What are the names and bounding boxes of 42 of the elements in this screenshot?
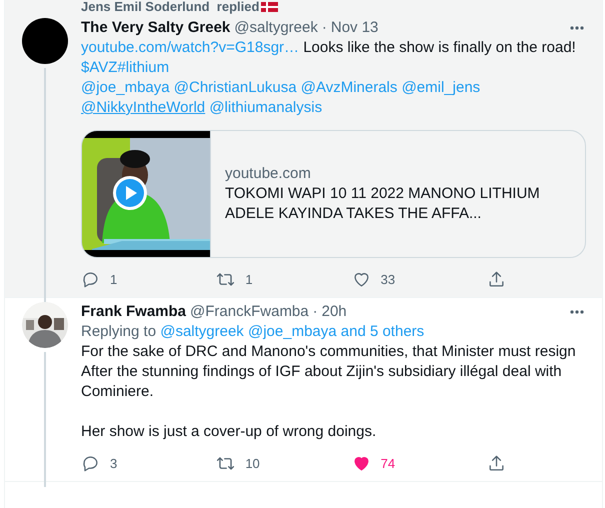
replying-to: Replying to @saltygreek @joe_mbaya and 5 others xyxy=(81,322,426,342)
link[interactable]: @NikkyIntheWorld xyxy=(81,99,206,116)
separator-dot: · xyxy=(312,302,318,322)
author-name[interactable]: Frank Fwamba xyxy=(81,302,186,322)
reply-count: 1 xyxy=(110,272,118,287)
reply-icon[interactable] xyxy=(81,270,100,289)
link[interactable]: @lithiumanalysis xyxy=(209,99,322,116)
link[interactable]: @AvzMinerals xyxy=(300,79,398,96)
link-card[interactable]: youtube.com TOKOMI WAPI 10 11 2022 MANONO LITHIUM ADELE KAYINDA TAKES THE AFFA... xyxy=(81,130,586,258)
retweet-count: 1 xyxy=(245,272,253,287)
timestamp[interactable]: 20h xyxy=(322,302,347,322)
separator-dot: · xyxy=(322,18,327,38)
card-domain: youtube.com xyxy=(225,164,312,184)
reply-icon[interactable] xyxy=(81,454,100,473)
link[interactable]: @emil_jens xyxy=(402,79,480,96)
timestamp[interactable]: Nov 13 xyxy=(330,18,378,38)
like-count: 74 xyxy=(380,456,396,471)
link[interactable]: $AVZ xyxy=(81,59,118,76)
link[interactable]: #lithium xyxy=(117,59,170,76)
tweet-text: Her show is just a cover-up of wrong doings. xyxy=(81,422,378,442)
link[interactable]: @ChristianLukusa xyxy=(174,79,297,96)
author-handle[interactable]: @FranckFwamba xyxy=(190,302,309,322)
author-name[interactable]: The Very Salty Greek xyxy=(81,18,230,38)
social-context: Jens Emil Soderlund replied xyxy=(81,0,260,14)
mention-link[interactable]: and 5 others xyxy=(340,323,424,340)
mention-link[interactable]: @joe_mbaya xyxy=(248,323,337,340)
tweet-text: For the sake of DRC and Manono's communities, that Minister must resign After the stunning findings of IGF about Zijin's subsidiary illégal deal with Cominiere. xyxy=(81,342,577,402)
reply-count: 3 xyxy=(110,456,118,471)
avatar[interactable] xyxy=(22,18,68,64)
link[interactable]: @joe_mbaya xyxy=(81,79,170,96)
share-icon[interactable] xyxy=(486,454,506,473)
tweet-text: youtube.com/watch?v=G18sgr… Looks like the show is finally on the road! xyxy=(81,38,577,58)
heart-icon[interactable] xyxy=(352,454,371,473)
author-handle[interactable]: @saltygreek xyxy=(234,18,318,38)
card-title: TOKOMI WAPI 10 11 2022 MANONO LITHIUM ADELE KAYINDA TAKES THE AFFA... xyxy=(225,184,541,224)
link[interactable]: youtube.com/watch?v=G18sgr… xyxy=(81,39,300,56)
share-icon[interactable] xyxy=(486,270,506,289)
like-count: 33 xyxy=(380,272,396,287)
heart-icon[interactable] xyxy=(352,270,371,289)
retweet-count: 10 xyxy=(245,456,260,471)
play-icon[interactable] xyxy=(112,175,148,211)
mention-link[interactable]: @saltygreek xyxy=(160,323,244,340)
